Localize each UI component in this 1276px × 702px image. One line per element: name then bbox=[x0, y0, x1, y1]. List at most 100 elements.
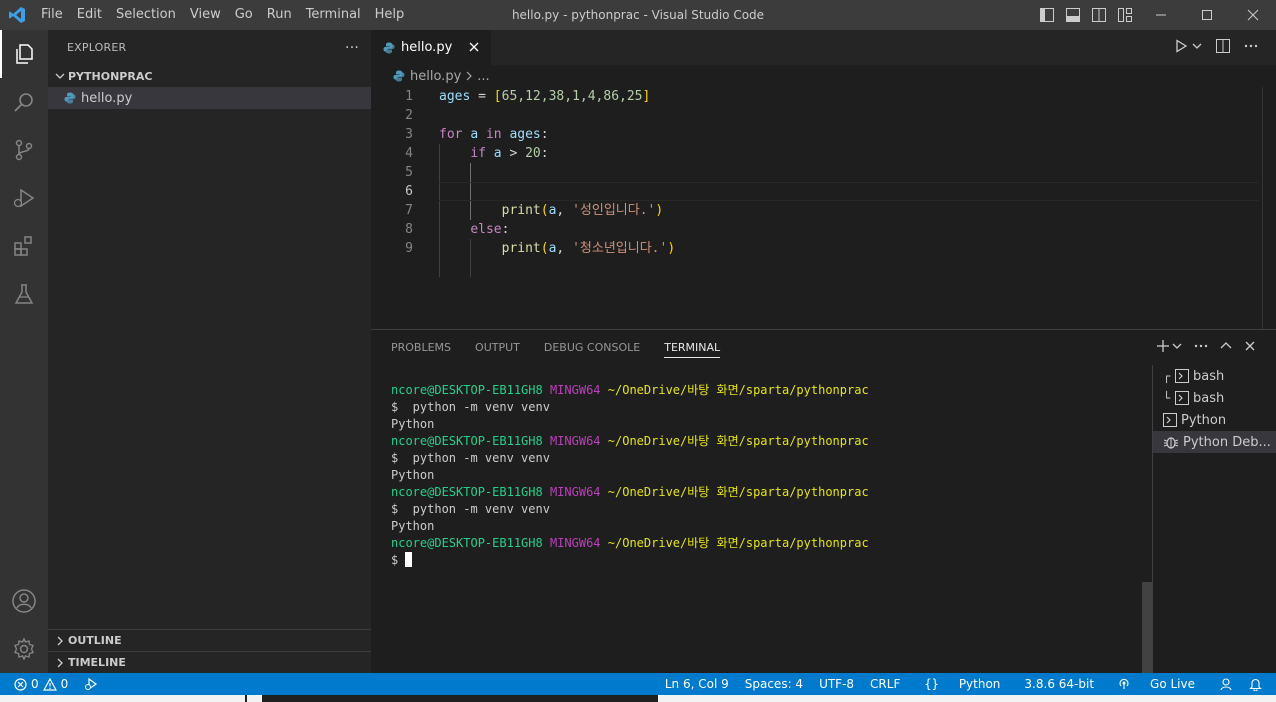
line-number: 7 bbox=[405, 203, 413, 218]
menu-view[interactable]: View bbox=[183, 0, 228, 30]
close-tab-icon[interactable] bbox=[467, 40, 481, 58]
title-bar: File Edit Selection View Go Run Terminal… bbox=[0, 0, 1276, 30]
testing-icon[interactable] bbox=[0, 270, 48, 318]
customize-layout-icon[interactable] bbox=[1112, 0, 1138, 30]
code-line: 9 print(a, '청소년입니다.') bbox=[371, 239, 1259, 258]
more-actions-icon[interactable]: ··· bbox=[345, 40, 359, 56]
terminal-output[interactable]: ncore@DESKTOP-EB11GH8 MINGW64 ~/OneDrive… bbox=[391, 382, 1151, 569]
feedback-icon[interactable] bbox=[1211, 677, 1241, 691]
line-number: 2 bbox=[405, 108, 413, 123]
run-debug-icon[interactable] bbox=[0, 174, 48, 222]
language-mode[interactable]: {} Python bbox=[908, 677, 1016, 691]
maximize-icon[interactable] bbox=[1184, 0, 1230, 30]
line-number: 3 bbox=[405, 127, 413, 142]
editor-actions bbox=[1174, 30, 1258, 65]
source-control-icon[interactable] bbox=[0, 126, 48, 174]
code-text: else: bbox=[470, 222, 510, 237]
tab-problems[interactable]: PROBLEMS bbox=[391, 341, 451, 354]
terminal-icon bbox=[1175, 391, 1189, 405]
activity-bar bbox=[0, 30, 48, 673]
debug-icon bbox=[1163, 434, 1179, 450]
toggle-sidebar-icon[interactable] bbox=[1034, 0, 1060, 30]
editor-scrollbar[interactable] bbox=[1262, 87, 1276, 329]
extensions-icon[interactable] bbox=[0, 222, 48, 270]
new-terminal-icon[interactable] bbox=[1156, 339, 1170, 357]
breadcrumb-file[interactable]: hello.py bbox=[410, 69, 461, 84]
menu-run[interactable]: Run bbox=[260, 0, 299, 30]
outline-section[interactable]: OUTLINE bbox=[48, 629, 371, 651]
search-icon[interactable] bbox=[0, 78, 48, 126]
more-actions-icon[interactable] bbox=[1244, 39, 1258, 57]
run-debug-status-icon[interactable] bbox=[84, 677, 98, 691]
terminal-scrollbar[interactable] bbox=[1142, 582, 1152, 674]
python-interpreter[interactable]: 3.8.6 64-bit bbox=[1016, 677, 1102, 691]
menu-selection[interactable]: Selection bbox=[109, 0, 183, 30]
chevron-down-icon[interactable] bbox=[1192, 40, 1202, 55]
gear-icon[interactable] bbox=[0, 625, 48, 673]
indentation[interactable]: Spaces: 4 bbox=[737, 677, 811, 691]
line-number: 6 bbox=[405, 184, 413, 199]
minimize-icon[interactable] bbox=[1138, 0, 1184, 30]
breadcrumb-symbol[interactable]: ... bbox=[477, 69, 489, 84]
code-line: 8 else: bbox=[371, 220, 1259, 239]
terminal-item-bash[interactable]: └ bash bbox=[1153, 387, 1276, 409]
terminal-item-python[interactable]: Python bbox=[1153, 409, 1276, 431]
terminal-item-label: Python Deb... bbox=[1183, 434, 1271, 450]
folder-section-pythonprac[interactable]: PYTHONPRAC bbox=[48, 65, 371, 87]
code-line: 5 bbox=[371, 163, 1259, 182]
terminal-prompt: $ bbox=[391, 552, 1151, 569]
outline-label: OUTLINE bbox=[68, 634, 122, 647]
code-text: if a > 20: bbox=[470, 146, 549, 161]
terminal-item-label: bash bbox=[1193, 368, 1225, 384]
vscode-logo-icon bbox=[0, 0, 34, 30]
terminal-item-python-debug[interactable]: Python Deb... bbox=[1153, 431, 1276, 453]
timeline-section[interactable]: TIMELINE bbox=[48, 651, 371, 673]
warning-count: 0 bbox=[60, 677, 69, 691]
panel-actions bbox=[1156, 330, 1256, 365]
menu-file[interactable]: File bbox=[34, 0, 70, 30]
file-item-hello-py[interactable]: hello.py bbox=[48, 87, 371, 109]
account-icon[interactable] bbox=[0, 577, 48, 625]
bottom-panel: PROBLEMS OUTPUT DEBUG CONSOLE TERMINAL n… bbox=[371, 329, 1276, 674]
more-actions-icon[interactable] bbox=[1194, 339, 1208, 357]
close-window-icon[interactable] bbox=[1230, 0, 1276, 30]
code-line: 4 if a > 20: bbox=[371, 144, 1259, 163]
run-python-icon[interactable] bbox=[1174, 38, 1188, 57]
notifications-icon[interactable] bbox=[1241, 677, 1276, 691]
tab-terminal[interactable]: TERMINAL bbox=[664, 337, 721, 358]
menu-help[interactable]: Help bbox=[368, 0, 412, 30]
toggle-secondary-sidebar-icon[interactable] bbox=[1086, 0, 1112, 30]
menu-terminal[interactable]: Terminal bbox=[299, 0, 368, 30]
taskbar-segment bbox=[262, 695, 658, 702]
line-endings[interactable]: CRLF bbox=[862, 677, 908, 691]
go-live-button[interactable]: Go Live bbox=[1102, 677, 1211, 691]
toggle-panel-icon[interactable] bbox=[1060, 0, 1086, 30]
menu-edit[interactable]: Edit bbox=[70, 0, 109, 30]
maximize-panel-icon[interactable] bbox=[1220, 340, 1232, 356]
menu-go[interactable]: Go bbox=[228, 0, 260, 30]
code-editor[interactable]: 1 ages = [65,12,38,1,4,86,25] 2 3 for a … bbox=[371, 87, 1276, 329]
terminal-item-bash[interactable]: ┌ bash bbox=[1153, 365, 1276, 387]
terminal-cursor bbox=[405, 552, 413, 567]
chevron-right-icon bbox=[465, 71, 473, 81]
window-controls bbox=[1034, 0, 1276, 30]
braces-icon: {} bbox=[924, 677, 939, 691]
terminal-line: ncore@DESKTOP-EB11GH8 MINGW64 ~/OneDrive… bbox=[391, 536, 869, 550]
panel-tabs: PROBLEMS OUTPUT DEBUG CONSOLE TERMINAL bbox=[391, 330, 721, 365]
os-taskbar-edge bbox=[0, 695, 1276, 702]
close-panel-icon[interactable] bbox=[1244, 340, 1256, 356]
code-line-current: 6 bbox=[371, 182, 1259, 201]
chevron-right-icon bbox=[52, 658, 68, 668]
status-problems[interactable]: 0 0 bbox=[0, 677, 98, 691]
chevron-down-icon[interactable] bbox=[1172, 340, 1182, 355]
encoding[interactable]: UTF-8 bbox=[811, 677, 862, 691]
tab-debug-console[interactable]: DEBUG CONSOLE bbox=[544, 341, 640, 354]
tab-hello-py[interactable]: hello.py bbox=[371, 30, 491, 65]
status-right: Ln 6, Col 9 Spaces: 4 UTF-8 CRLF {} Pyth… bbox=[657, 673, 1276, 695]
chevron-down-icon bbox=[52, 71, 68, 81]
split-editor-icon[interactable] bbox=[1216, 38, 1230, 57]
cursor-position[interactable]: Ln 6, Col 9 bbox=[657, 677, 737, 691]
tab-output[interactable]: OUTPUT bbox=[475, 341, 520, 354]
files-icon[interactable] bbox=[0, 30, 48, 78]
taskbar-segment bbox=[245, 695, 247, 702]
